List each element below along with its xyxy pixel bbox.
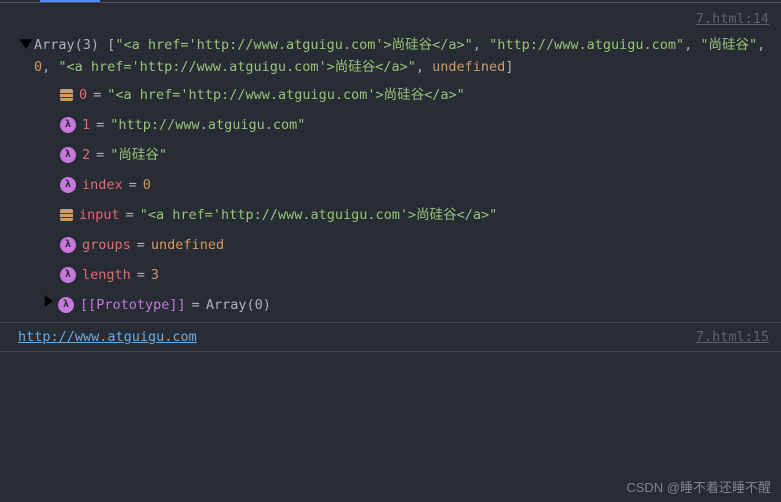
- prop-value: "http://www.atguigu.com": [110, 114, 305, 136]
- logged-url-link[interactable]: http://www.atguigu.com: [18, 329, 197, 345]
- array-prop-row[interactable]: λ length = 3: [0, 260, 781, 290]
- array-prop-row[interactable]: λ 2 = "尚硅谷": [0, 140, 781, 170]
- property-icon: λ: [60, 237, 76, 253]
- equals: =: [96, 144, 104, 166]
- prop-key: [[Prototype]]: [80, 294, 186, 316]
- tab-strip: [0, 0, 781, 3]
- prop-value: "尚硅谷": [110, 144, 167, 166]
- array-prop-row[interactable]: λ groups = undefined: [0, 230, 781, 260]
- chevron-right-icon[interactable]: [42, 294, 56, 316]
- property-icon: λ: [60, 147, 76, 163]
- watermark: CSDN @睡不着还睡不醒: [626, 477, 771, 496]
- equals: =: [192, 294, 200, 316]
- property-icon: λ: [58, 297, 74, 313]
- array-summary: Array(3) ["<a href='http://www.atguigu.c…: [34, 34, 769, 78]
- prop-key: length: [82, 264, 131, 286]
- array-index-icon: [60, 89, 73, 101]
- source-link[interactable]: 7.html:14: [676, 8, 769, 30]
- prop-value: 0: [143, 174, 151, 196]
- equals: =: [137, 264, 145, 286]
- prop-value: 3: [151, 264, 159, 286]
- equals: =: [93, 84, 101, 106]
- array-prop-row[interactable]: λ index = 0: [0, 170, 781, 200]
- array-prop-row[interactable]: 0 = "<a href='http://www.atguigu.com'>尚硅…: [0, 80, 781, 110]
- prop-key: 0: [79, 84, 87, 106]
- chevron-down-icon[interactable]: [18, 34, 34, 60]
- prop-key: 2: [82, 144, 90, 166]
- prop-key: index: [82, 174, 123, 196]
- log-separator: [0, 351, 781, 352]
- log-separator: [0, 322, 781, 323]
- property-icon: λ: [60, 117, 76, 133]
- equals: =: [126, 204, 134, 226]
- prototype-row[interactable]: λ [[Prototype]] = Array(0): [0, 290, 781, 320]
- prop-value: undefined: [151, 234, 224, 256]
- equals: =: [129, 174, 137, 196]
- property-icon: λ: [60, 177, 76, 193]
- array-prop-row[interactable]: input = "<a href='http://www.atguigu.com…: [0, 200, 781, 230]
- property-icon: λ: [60, 267, 76, 283]
- prop-value: "<a href='http://www.atguigu.com'>尚硅谷</a…: [140, 204, 497, 226]
- prop-key: groups: [82, 234, 131, 256]
- log-url-row: http://www.atguigu.com 7.html:15: [0, 325, 781, 349]
- prop-value: "<a href='http://www.atguigu.com'>尚硅谷</a…: [107, 84, 464, 106]
- equals: =: [96, 114, 104, 136]
- source-link[interactable]: 7.html:15: [676, 329, 769, 345]
- prop-key: input: [79, 204, 120, 226]
- array-index-icon: [60, 209, 73, 221]
- prop-value: Array(0): [206, 294, 271, 316]
- equals: =: [137, 234, 145, 256]
- log-source-row: 7.html:14: [0, 6, 781, 32]
- array-prop-row[interactable]: λ 1 = "http://www.atguigu.com": [0, 110, 781, 140]
- prop-key: 1: [82, 114, 90, 136]
- array-summary-row[interactable]: Array(3) ["<a href='http://www.atguigu.c…: [0, 32, 781, 80]
